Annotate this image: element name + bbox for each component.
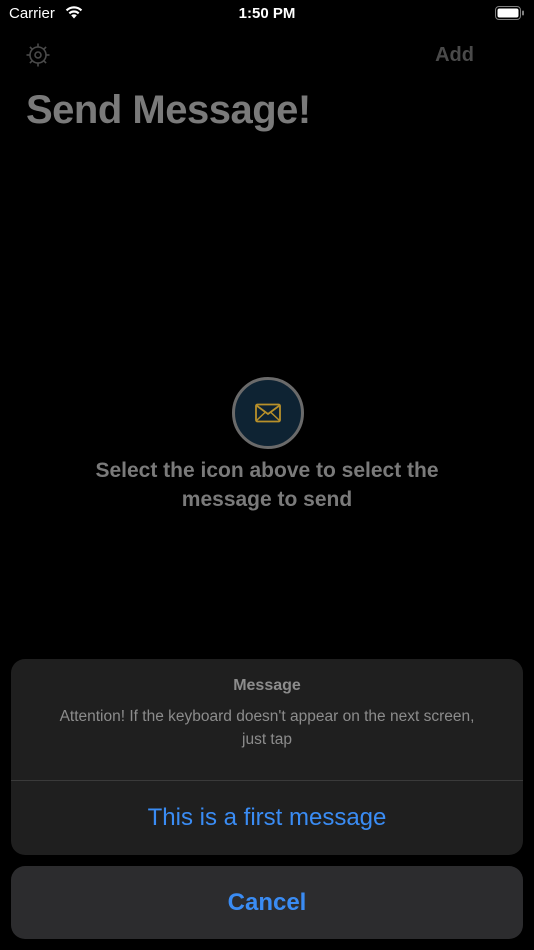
battery-icon: [495, 6, 524, 20]
gear-icon[interactable]: [25, 42, 51, 68]
add-button[interactable]: Add: [435, 44, 474, 67]
instruction-text: Select the icon above to select the mess…: [95, 459, 439, 511]
page-title: Send Message!: [26, 88, 311, 132]
action-sheet-message: Attention! If the keyboard doesn't appea…: [59, 708, 475, 748]
action-sheet-header: Message Attention! If the keyboard doesn…: [11, 659, 523, 781]
action-sheet: Message Attention! If the keyboard doesn…: [11, 659, 523, 855]
clock: 1:50 PM: [238, 5, 296, 22]
select-message-button[interactable]: [232, 377, 304, 449]
first-message-option[interactable]: This is a first message: [11, 781, 523, 855]
envelope-icon: [255, 403, 281, 423]
action-sheet-title: Message: [233, 677, 301, 694]
status-bar: Carrier 1:50 PM: [0, 0, 534, 28]
cancel-button[interactable]: Cancel: [11, 866, 523, 939]
